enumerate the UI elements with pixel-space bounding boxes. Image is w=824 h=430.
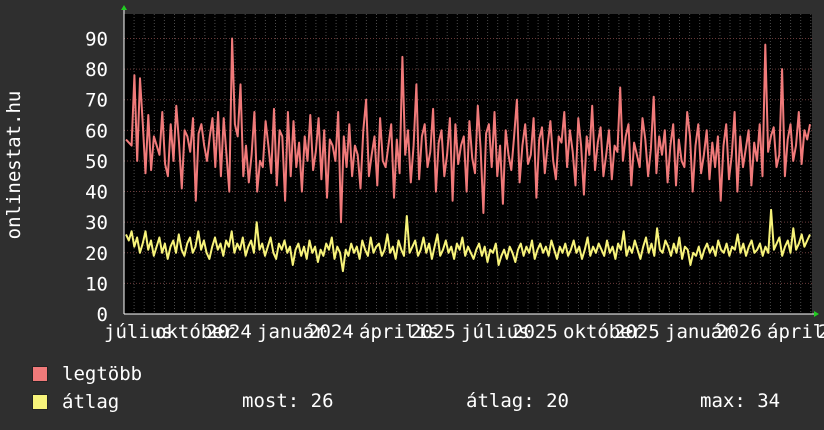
x-tick-label: 2025 [410, 321, 456, 343]
x-tick-label: 20 [818, 321, 824, 343]
x-tick-label: 2025 [614, 321, 660, 343]
legend-item-legtobb: legtöbb [32, 363, 142, 385]
stat-atlag: átlag: 20 [466, 390, 569, 412]
y-tick-label: 40 [85, 182, 108, 204]
y-tick-label: 50 [85, 151, 108, 173]
y-axis-title: onlinestat.hu [3, 91, 25, 240]
y-tick-label: 20 [85, 243, 108, 265]
y-tick-label: 60 [85, 120, 108, 142]
stat-max: max: 34 [700, 390, 781, 412]
x-tick-label: április [767, 321, 824, 343]
y-axis-arrow [121, 5, 127, 10]
legend-swatch-legtobb [32, 366, 48, 382]
legend-label-legtobb: legtöbb [62, 363, 143, 385]
y-tick-label: 30 [85, 212, 108, 234]
x-axis-labels: júliusoktóber2024 január2024 április2025 jú… [104, 321, 824, 343]
y-tick-label: 70 [85, 90, 108, 112]
legend-swatch-atlag [32, 394, 48, 410]
legend-item-atlag: átlag [32, 391, 119, 413]
x-tick-label: 2024 [206, 321, 252, 343]
x-tick-label: 2026 [716, 321, 762, 343]
y-axis-labels: 0102030405060708090 [85, 28, 108, 326]
legend-label-atlag: átlag [62, 391, 120, 413]
y-tick-label: 80 [85, 59, 108, 81]
y-tick-label: 90 [85, 28, 108, 50]
x-tick-label: 2025 [512, 321, 558, 343]
x-tick-label: 2024 [308, 321, 354, 343]
stat-most: most: 26 [242, 390, 334, 412]
x-axis-arrow [814, 311, 819, 317]
y-tick-label: 10 [85, 273, 108, 295]
